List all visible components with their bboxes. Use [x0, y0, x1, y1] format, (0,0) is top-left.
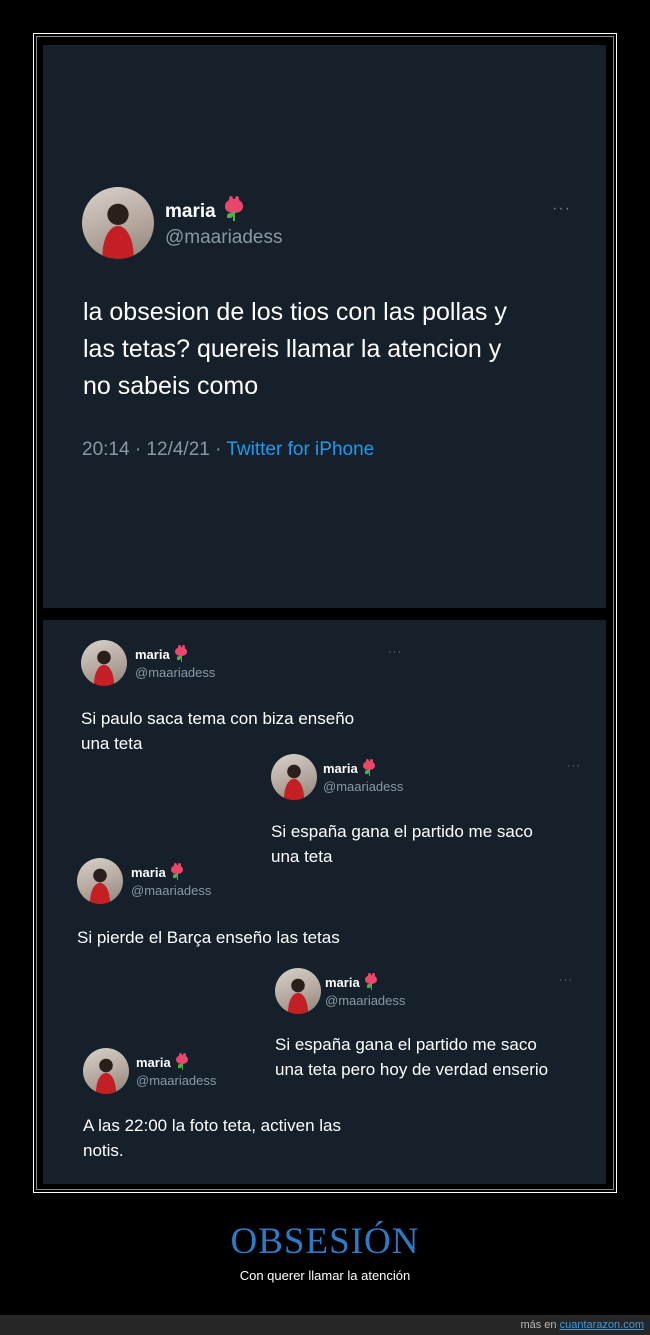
avatar[interactable] — [81, 640, 127, 686]
more-options-icon[interactable]: ··· — [388, 646, 402, 658]
more-options-icon[interactable]: ··· — [567, 760, 581, 772]
tweet-timestamp[interactable]: 20:14 · 12/4/21 · — [82, 439, 226, 460]
tulip-emoji-icon — [365, 973, 378, 991]
tweet-author-name[interactable]: maria — [165, 196, 243, 223]
tweet-source-link[interactable]: Twitter for iPhone — [226, 439, 374, 460]
main-tweet-panel: maria @maariadess ··· la obsesion de los… — [43, 45, 606, 608]
tweet-text: A las 22:00 la foto teta, activen las no… — [83, 1116, 341, 1160]
tweet-author-handle[interactable]: @maariadess — [136, 1073, 216, 1088]
tweet-card: maria @maariadess Si pierde el Barça ens… — [43, 842, 413, 960]
tweet-author-handle[interactable]: @maariadess — [325, 993, 405, 1008]
tweet-text: Si pierde el Barça enseño las tetas — [77, 928, 340, 947]
tulip-emoji-icon — [175, 645, 188, 663]
tweet-meta: 20:14 · 12/4/21 · Twitter for iPhone — [82, 439, 374, 461]
tweet-author-handle[interactable]: @maariadess — [135, 665, 215, 680]
tulip-emoji-icon — [224, 196, 243, 221]
tweet-text: la obsesion de los tios con las pollas y… — [83, 298, 507, 400]
more-options-icon[interactable]: ··· — [552, 200, 571, 218]
tulip-emoji-icon — [176, 1053, 189, 1071]
avatar[interactable] — [77, 858, 123, 904]
meme-subtitle: Con querer llamar la atención — [239, 1268, 411, 1283]
tweet-author-handle[interactable]: @maariadess — [131, 883, 211, 898]
tweet-author-name[interactable]: maria — [136, 1053, 189, 1071]
footer-prefix: más en — [520, 1319, 560, 1331]
tweet-author-handle[interactable]: @maariadess — [323, 779, 403, 794]
tweet-author-handle[interactable]: @maariadess — [165, 227, 283, 249]
tweets-collage-panel: maria @maariadess ··· Si paulo saca tema… — [43, 620, 606, 1184]
avatar[interactable] — [271, 754, 317, 800]
tulip-emoji-icon — [171, 863, 184, 881]
tweet-author-name[interactable]: maria — [135, 645, 188, 663]
avatar[interactable] — [275, 968, 321, 1014]
tulip-emoji-icon — [363, 759, 376, 777]
tweet-author-name[interactable]: maria — [323, 759, 376, 777]
avatar[interactable] — [83, 1048, 129, 1094]
meme-title: OBSESIÓN — [230, 1221, 420, 1262]
tweet-author-name[interactable]: maria — [131, 863, 184, 881]
tweet-card: maria @maariadess A las 22:00 la foto te… — [43, 1032, 423, 1172]
site-link[interactable]: cuantarazon.com — [560, 1319, 644, 1331]
site-footer: más en cuantarazon.com — [0, 1315, 650, 1335]
tweet-author-name[interactable]: maria — [325, 973, 378, 991]
avatar[interactable] — [82, 187, 154, 259]
more-options-icon[interactable]: ··· — [559, 974, 573, 986]
